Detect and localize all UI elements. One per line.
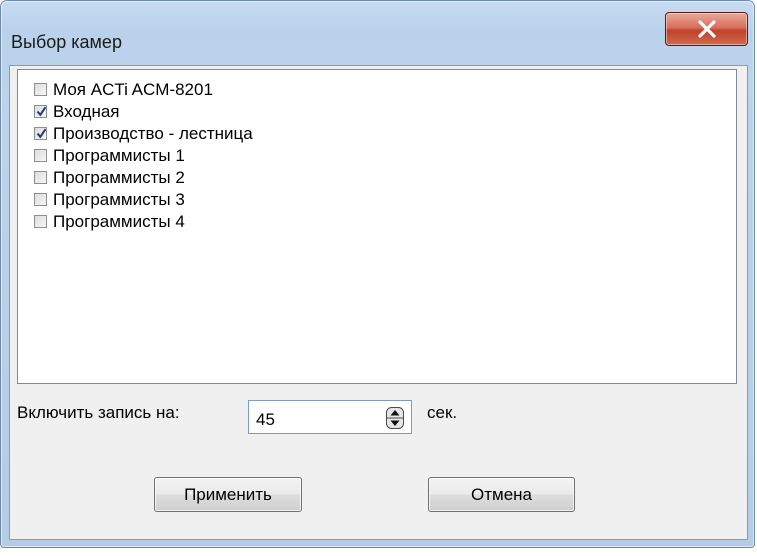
camera-list[interactable]: Моя ACTi ACM-8201 Входная Производство -… — [17, 69, 737, 384]
camera-checkbox[interactable] — [34, 171, 47, 184]
camera-label: Программисты 2 — [53, 168, 185, 187]
camera-label: Программисты 3 — [53, 190, 185, 209]
camera-checkbox[interactable] — [34, 215, 47, 228]
record-duration-value[interactable]: 45 — [256, 410, 275, 430]
record-duration-input[interactable]: 45 — [248, 400, 412, 434]
close-button[interactable] — [665, 12, 748, 46]
camera-label: Программисты 1 — [53, 146, 185, 165]
spinner-arrows-icon[interactable] — [386, 407, 404, 429]
camera-checkbox[interactable] — [34, 105, 47, 118]
camera-checkbox[interactable] — [34, 149, 47, 162]
camera-label: Моя ACTi ACM-8201 — [53, 80, 213, 99]
window-title: Выбор камер — [11, 32, 122, 52]
cancel-button[interactable]: Отмена — [428, 477, 575, 512]
check-icon — [36, 128, 47, 139]
camera-checkbox[interactable] — [34, 127, 47, 140]
apply-button[interactable]: Применить — [154, 477, 302, 512]
close-icon — [698, 20, 716, 38]
camera-label: Производство - лестница — [53, 124, 253, 143]
record-duration-label: Включить запись на: — [17, 403, 180, 422]
camera-checkbox[interactable] — [34, 193, 47, 206]
record-duration-unit: сек. — [427, 403, 458, 422]
camera-checkbox[interactable] — [34, 83, 47, 96]
camera-label: Входная — [53, 102, 120, 121]
check-icon — [36, 106, 47, 117]
camera-label: Программисты 4 — [53, 212, 185, 231]
